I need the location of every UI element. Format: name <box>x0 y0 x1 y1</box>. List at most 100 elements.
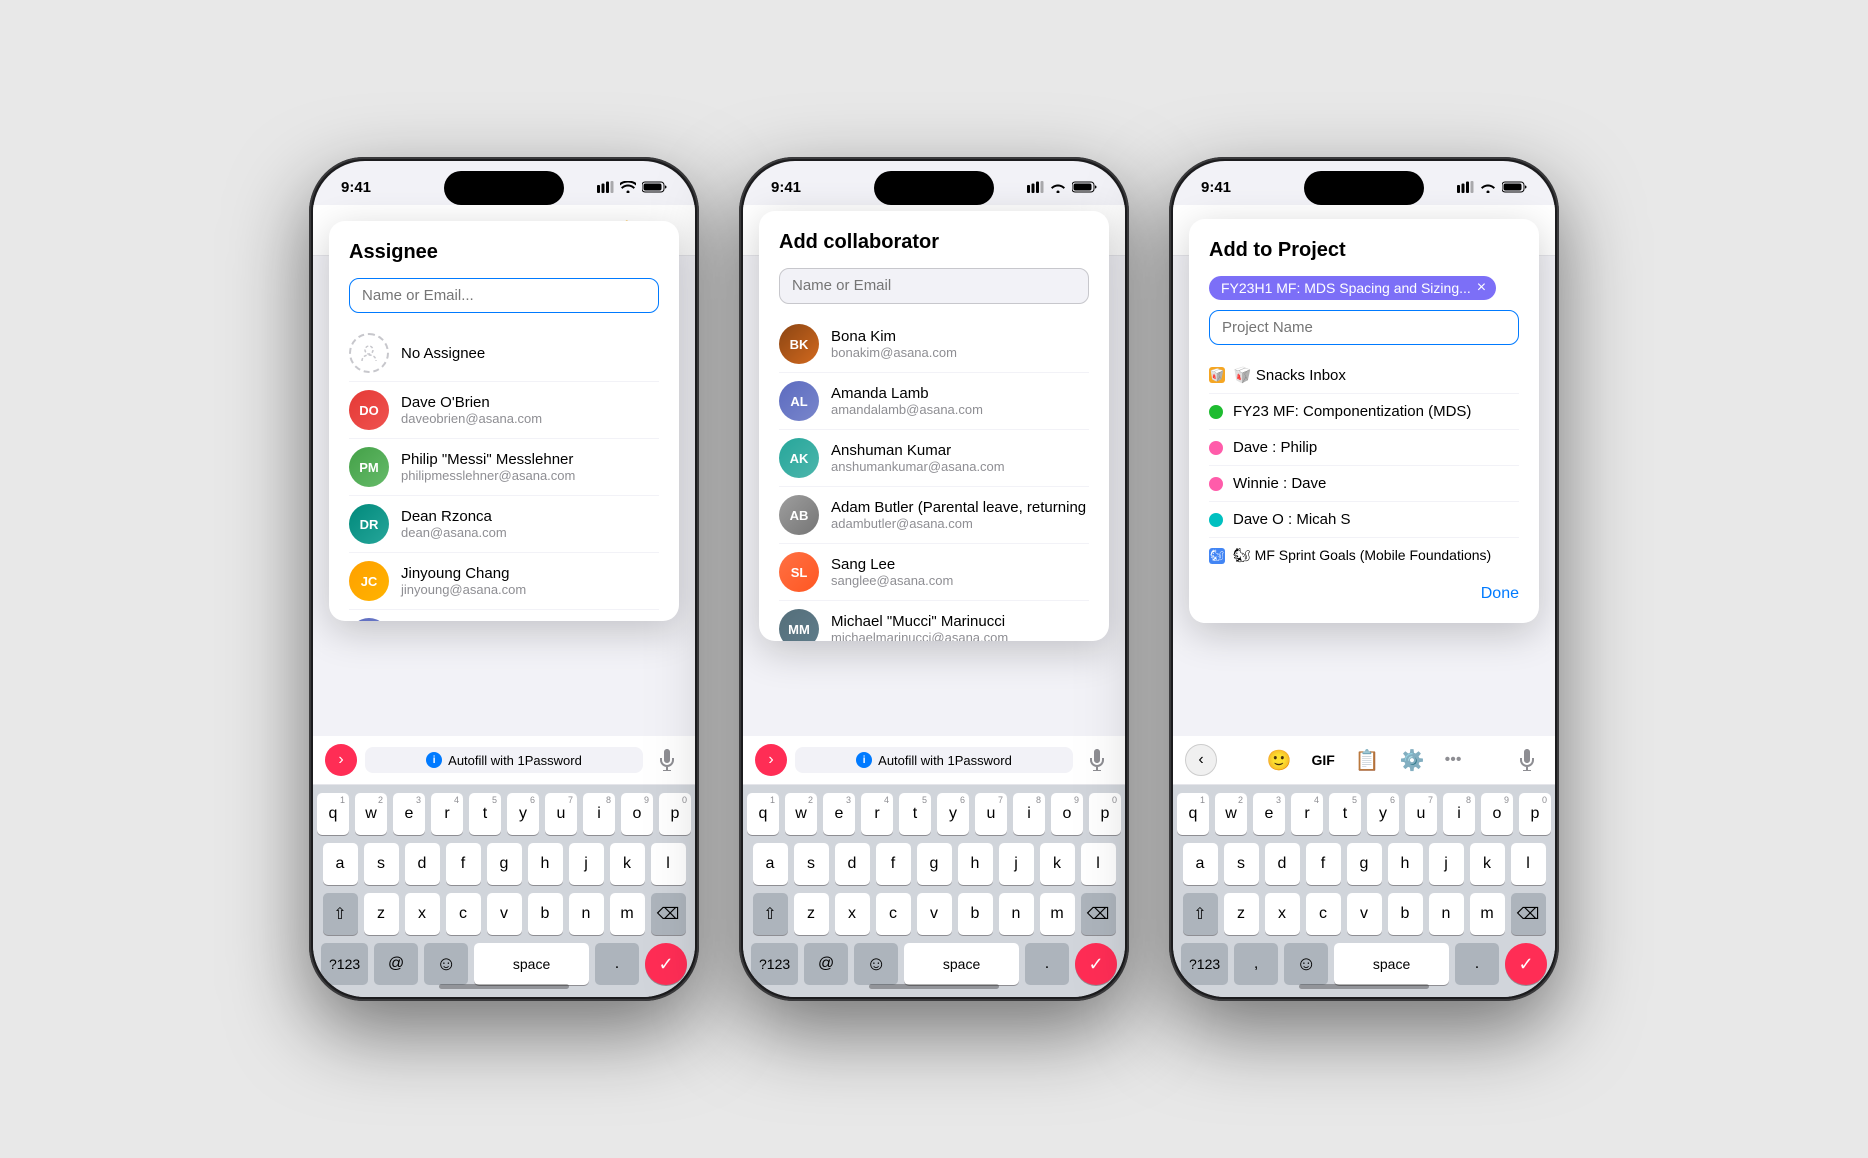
key-m[interactable]: m <box>610 893 645 935</box>
key-a[interactable]: a <box>323 843 358 885</box>
key2-dot[interactable]: . <box>1025 943 1069 985</box>
autofill-btn-1[interactable]: i Autofill with 1Password <box>365 747 643 773</box>
key-r[interactable]: 4r <box>431 793 463 835</box>
key-at[interactable]: @ <box>374 943 418 985</box>
key2-c[interactable]: c <box>876 893 911 935</box>
ellipsis-icon[interactable]: ••• <box>1445 751 1462 769</box>
key-i[interactable]: 8i <box>583 793 615 835</box>
key3-y[interactable]: 6y <box>1367 793 1399 835</box>
key3-comma[interactable]: , <box>1234 943 1278 985</box>
key-v[interactable]: v <box>487 893 522 935</box>
key3-return[interactable]: ✓ <box>1505 943 1547 985</box>
key2-q[interactable]: 1q <box>747 793 779 835</box>
key2-x[interactable]: x <box>835 893 870 935</box>
clipboard-icon[interactable]: 📋 <box>1355 748 1380 773</box>
key3-a[interactable]: a <box>1183 843 1218 885</box>
project-tag[interactable]: FY23H1 MF: MDS Spacing and Sizing... × <box>1209 276 1496 300</box>
key-w[interactable]: 2w <box>355 793 387 835</box>
toolbar-chevron-2[interactable]: › <box>755 744 787 776</box>
key3-z[interactable]: z <box>1224 893 1259 935</box>
key3-m[interactable]: m <box>1470 893 1505 935</box>
key3-c[interactable]: c <box>1306 893 1341 935</box>
search-container-2[interactable] <box>779 268 1089 304</box>
key-numsym[interactable]: ?123 <box>321 943 368 985</box>
key2-d[interactable]: d <box>835 843 870 885</box>
key-d[interactable]: d <box>405 843 440 885</box>
key2-p[interactable]: 0p <box>1089 793 1121 835</box>
key3-h[interactable]: h <box>1388 843 1423 885</box>
key2-z[interactable]: z <box>794 893 829 935</box>
person-row-adam[interactable]: AB Adam Butler (Parental leave, returnin… <box>779 487 1089 544</box>
key3-f[interactable]: f <box>1306 843 1341 885</box>
done-label-3[interactable]: Done <box>1481 585 1519 602</box>
key3-shift[interactable]: ⇧ <box>1183 893 1218 935</box>
key2-v[interactable]: v <box>917 893 952 935</box>
sticker-icon[interactable]: 🙂 <box>1267 748 1292 773</box>
person-row-philip[interactable]: PM Philip "Messi" Messlehner philipmessl… <box>349 439 659 496</box>
key3-x[interactable]: x <box>1265 893 1300 935</box>
key-n[interactable]: n <box>569 893 604 935</box>
key-y[interactable]: 6y <box>507 793 539 835</box>
key-j[interactable]: j <box>569 843 604 885</box>
key3-o[interactable]: 9o <box>1481 793 1513 835</box>
key-x[interactable]: x <box>405 893 440 935</box>
key2-h[interactable]: h <box>958 843 993 885</box>
key3-i[interactable]: 8i <box>1443 793 1475 835</box>
key-return[interactable]: ✓ <box>645 943 687 985</box>
key-e[interactable]: 3e <box>393 793 425 835</box>
person-row-anshuman[interactable]: AK Anshuman Kumar anshumankumar@asana.co… <box>779 430 1089 487</box>
person-row-jinyoung[interactable]: JC Jinyoung Chang jinyoung@asana.com <box>349 553 659 610</box>
key3-v[interactable]: v <box>1347 893 1382 935</box>
key3-b[interactable]: b <box>1388 893 1423 935</box>
key2-shift[interactable]: ⇧ <box>753 893 788 935</box>
key-t[interactable]: 5t <box>469 793 501 835</box>
toolbar-chevron-1[interactable]: › <box>325 744 357 776</box>
key-dot[interactable]: . <box>595 943 639 985</box>
key-s[interactable]: s <box>364 843 399 885</box>
mic-icon-2[interactable] <box>1081 744 1113 776</box>
person-row-dave[interactable]: DO Dave O'Brien daveobrien@asana.com <box>349 382 659 439</box>
search-input-2[interactable] <box>792 277 1076 294</box>
project-item-daveo[interactable]: Dave O : Micah S <box>1209 502 1519 538</box>
project-item-winnie[interactable]: Winnie : Dave <box>1209 466 1519 502</box>
person-row-paul[interactable]: PY Paul Yelleur (Sabbatical starting Jun… <box>349 610 659 621</box>
key2-l[interactable]: l <box>1081 843 1116 885</box>
key3-j[interactable]: j <box>1429 843 1464 885</box>
key2-a[interactable]: a <box>753 843 788 885</box>
key3-e[interactable]: 3e <box>1253 793 1285 835</box>
search-container-1[interactable] <box>349 278 659 313</box>
key-f[interactable]: f <box>446 843 481 885</box>
key2-u[interactable]: 7u <box>975 793 1007 835</box>
key2-return[interactable]: ✓ <box>1075 943 1117 985</box>
key-space[interactable]: space <box>474 943 589 985</box>
key3-w[interactable]: 2w <box>1215 793 1247 835</box>
person-row-michael[interactable]: MM Michael "Mucci" Marinucci michaelmari… <box>779 601 1089 641</box>
key2-g[interactable]: g <box>917 843 952 885</box>
key3-p[interactable]: 0p <box>1519 793 1551 835</box>
project-name-input[interactable] <box>1222 319 1506 336</box>
key-z[interactable]: z <box>364 893 399 935</box>
key3-d[interactable]: d <box>1265 843 1300 885</box>
key2-f[interactable]: f <box>876 843 911 885</box>
key3-k[interactable]: k <box>1470 843 1505 885</box>
key2-n[interactable]: n <box>999 893 1034 935</box>
key2-i[interactable]: 8i <box>1013 793 1045 835</box>
person-row-sang[interactable]: SL Sang Lee sanglee@asana.com <box>779 544 1089 601</box>
key2-at[interactable]: @ <box>804 943 848 985</box>
key2-numsym[interactable]: ?123 <box>751 943 798 985</box>
project-item-mf[interactable]: 🐿 🐿 MF Sprint Goals (Mobile Foundations) <box>1209 538 1519 573</box>
key3-g[interactable]: g <box>1347 843 1382 885</box>
key-emoji[interactable]: ☺ <box>424 943 468 985</box>
gif-icon[interactable]: GIF <box>1311 752 1334 768</box>
key2-emoji[interactable]: ☺ <box>854 943 898 985</box>
key2-k[interactable]: k <box>1040 843 1075 885</box>
toolbar-chevron-left-3[interactable]: ‹ <box>1185 744 1217 776</box>
key3-dot[interactable]: . <box>1455 943 1499 985</box>
key-delete[interactable]: ⌫ <box>651 893 686 935</box>
key2-r[interactable]: 4r <box>861 793 893 835</box>
project-name-container[interactable] <box>1209 310 1519 345</box>
key3-emoji[interactable]: ☺ <box>1284 943 1328 985</box>
key-l[interactable]: l <box>651 843 686 885</box>
key3-n[interactable]: n <box>1429 893 1464 935</box>
key3-q[interactable]: 1q <box>1177 793 1209 835</box>
